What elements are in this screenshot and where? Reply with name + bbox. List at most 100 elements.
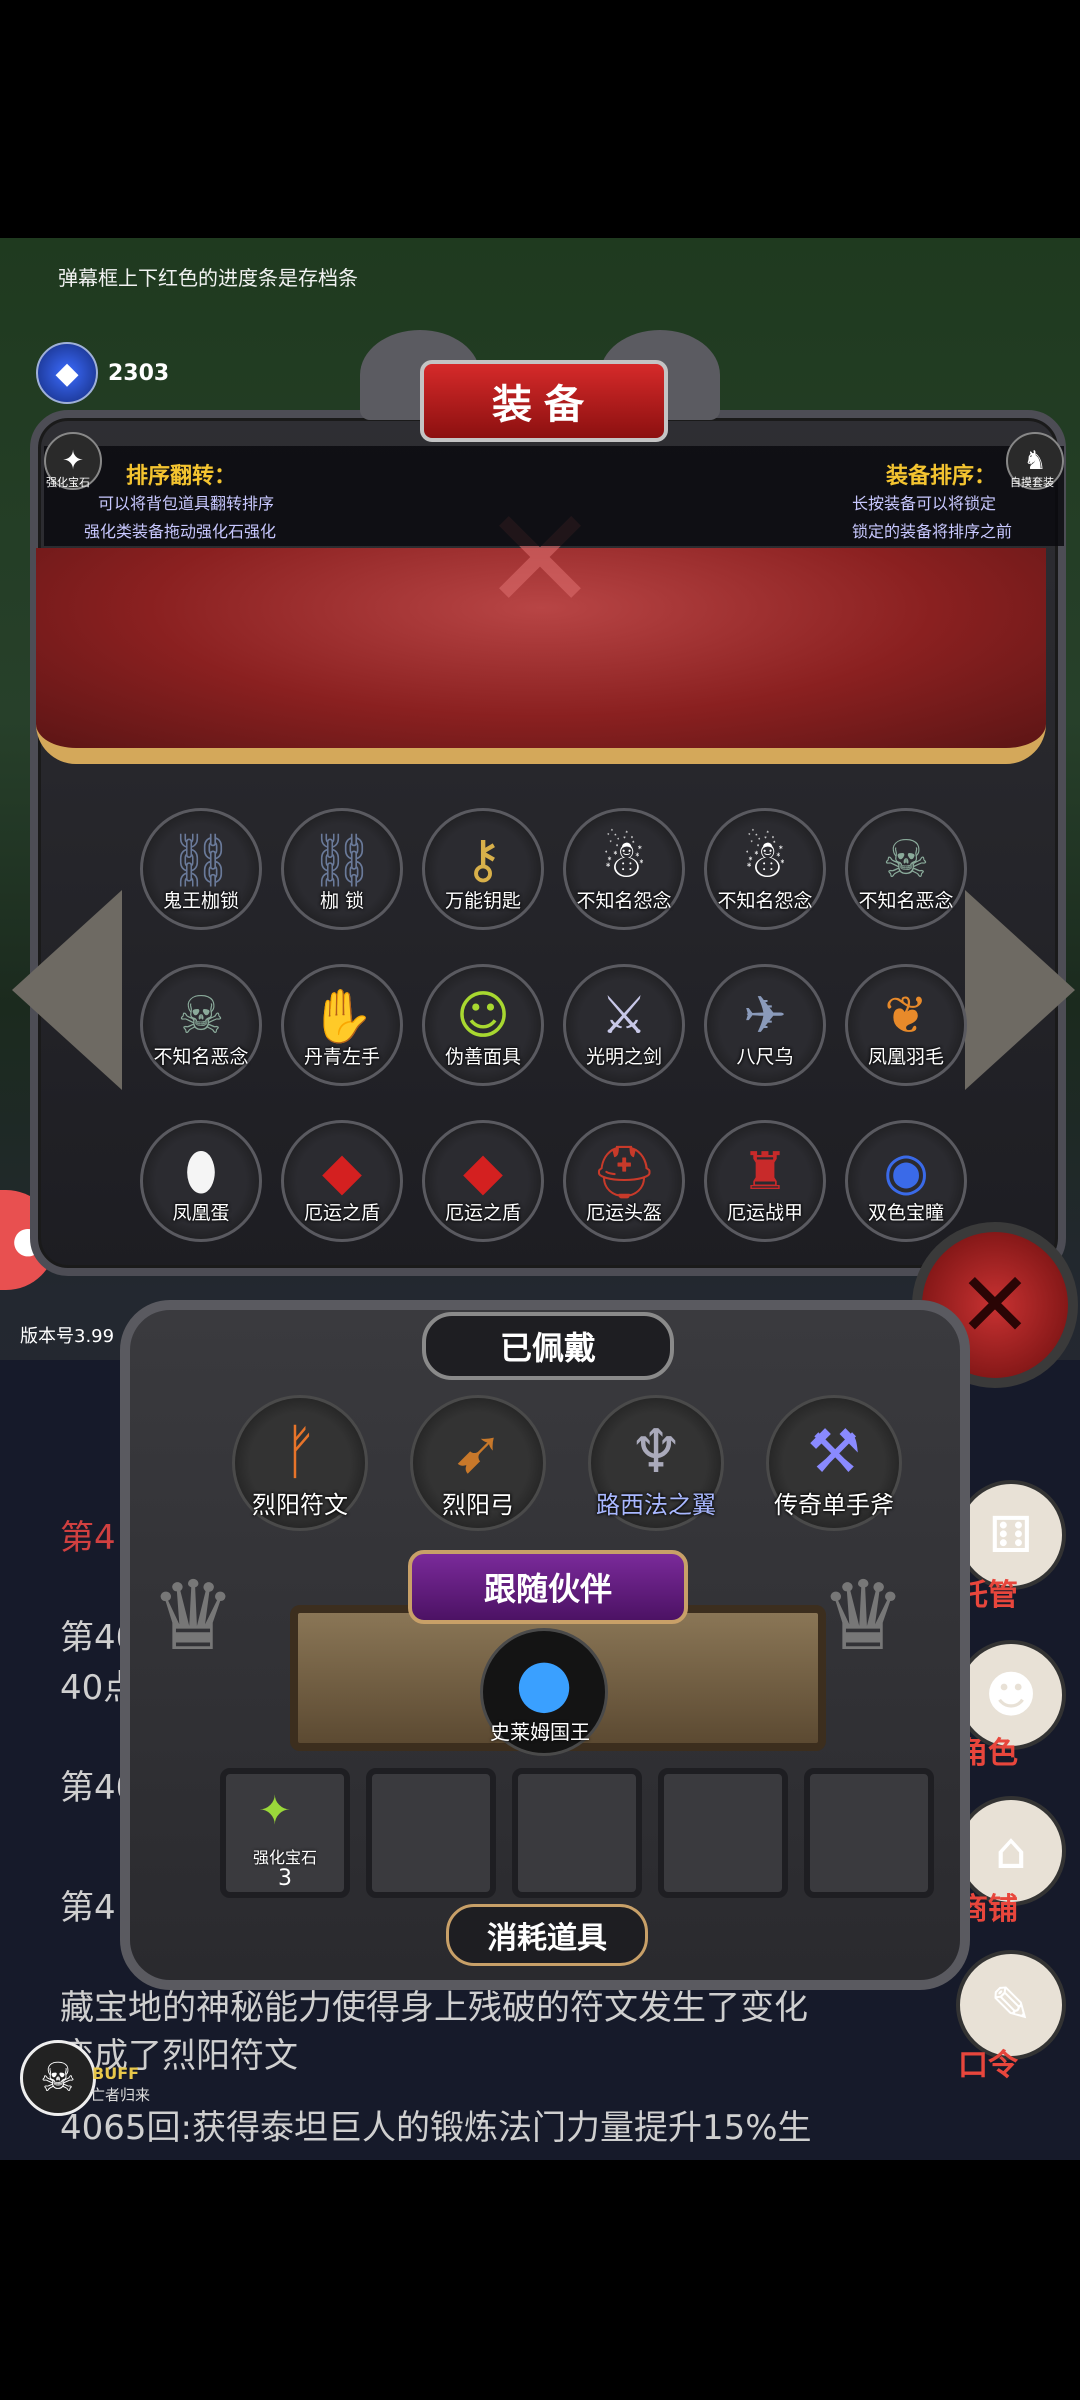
key-icon: ⚷ [463,830,503,890]
skull-icon[interactable]: ☠ [20,2040,96,2116]
buff-label: BUFF [92,2064,140,2083]
equipped-label: 烈阳弓 [442,1491,514,1519]
set-mini-label: 自摸套装 [1010,476,1054,489]
hint-text: 弹幕框上下红色的进度条是存档条 [58,266,358,290]
scroll-icon: ✎ [990,1976,1032,2034]
green-gem-icon: ✦ [258,1788,292,1834]
inventory-slot[interactable]: ☃ 不知名怨念 [563,808,685,930]
feather-icon: ❦ [884,986,928,1046]
inventory-slot[interactable]: ◆ 厄运之盾 [422,1120,544,1242]
shop-icon: ⌂ [995,1822,1027,1880]
item-label: 八尺乌 [736,1046,794,1068]
sort-flip-line: 强化类装备拖动强化石强化 [84,522,277,541]
gem-mini-label: 强化宝石 [46,476,90,489]
equipped-label: 路西法之翼 [596,1491,716,1519]
item-label: 凤凰蛋 [172,1202,230,1224]
red-shard-icon: ◆ [463,1142,503,1202]
gem-value: 2303 [108,360,170,386]
log-line: 4065回:获得泰坦巨人的锻炼法门力量提升15%生 [60,2108,812,2148]
consumable-slot[interactable]: ✦ 强化宝石 3 [220,1768,350,1898]
log-line: 第4 [60,1888,116,1928]
equipped-slot[interactable]: ♆ 路西法之翼 [588,1395,724,1531]
companion-title: 跟随伙伴 [408,1550,688,1624]
next-page-arrow[interactable] [965,890,1075,1090]
wings-icon: ♆ [629,1417,683,1487]
mask-icon: ☺ [455,986,511,1046]
inventory-slot[interactable]: ◆ 厄运之盾 [281,1120,403,1242]
equipped-row: ᚠ 烈阳符文 ➹ 烈阳弓 ♆ 路西法之翼 ⚒ 传奇单手斧 [232,1395,902,1531]
equipped-slot[interactable]: ⚒ 传奇单手斧 [766,1395,902,1531]
sort-order-line: 长按装备可以将锁定 [852,494,997,513]
companion-name: 史莱姆国王 [490,1720,590,1744]
dragon-right-ornament: ♛ [820,1560,907,1672]
inventory-slot[interactable]: ⛑ 厄运头盔 [563,1120,685,1242]
item-label: 厄运战甲 [726,1202,803,1224]
item-label: 不知名怨念 [576,890,672,912]
specter-icon: ☠ [882,830,930,890]
dragon-left-ornament: ♛ [150,1560,237,1672]
equipped-slot[interactable]: ᚠ 烈阳符文 [232,1395,368,1531]
hooded-figure-icon: ☻ [984,1666,1038,1724]
inventory-slot[interactable]: ⚷ 万能钥匙 [422,808,544,930]
version-label: 版本号3.99 [20,1326,115,1347]
item-label: 厄运之盾 [303,1202,380,1224]
sort-order-line: 锁定的装备将排序之前 [852,522,1013,541]
item-label: 鬼王枷锁 [162,890,239,912]
inventory-slot[interactable]: ♜ 厄运战甲 [704,1120,826,1242]
log-line: 第4 [60,1518,116,1558]
inventory-slot[interactable]: ⚔ 光明之剑 [563,964,685,1086]
inventory-slot[interactable]: ⛓ 枷 锁 [281,808,403,930]
armor-icon: ♜ [741,1142,789,1202]
item-label: 不知名怨念 [717,890,813,912]
inventory-slot[interactable]: ⬮ 凤凰蛋 [140,1120,262,1242]
ghost-icon: ☃ [600,830,648,890]
inventory-slot[interactable]: ✋ 丹青左手 [281,964,403,1086]
inventory-slot[interactable]: ⛓ 鬼王枷锁 [140,808,262,930]
equipped-title: 已佩戴 [422,1312,674,1380]
inventory-slot[interactable]: ❦ 凤凰羽毛 [845,964,967,1086]
item-label: 双色宝瞳 [867,1202,944,1224]
consumable-slot[interactable] [366,1768,496,1898]
sort-flip-title: 排序翻转： [126,464,237,489]
item-label: 枷 锁 [319,890,365,912]
dice-icon: ⚅ [989,1506,1033,1564]
specter-icon: ☠ [177,986,225,1046]
inventory-slot[interactable]: ☠ 不知名恶念 [140,964,262,1086]
blue-gem-icon: ◆ [36,342,98,404]
consumable-label: 强化宝石 [252,1848,317,1867]
gem-counter: ◆ 2303 [36,342,169,404]
ghost-icon: ☃ [741,830,789,890]
inventory-slot[interactable]: ◉ 双色宝瞳 [845,1120,967,1242]
password-label: 口令 [958,2048,1018,2083]
amulet-icon: ◉ [883,1142,929,1202]
inventory-slot[interactable]: ☃ 不知名怨念 [704,808,826,930]
consumable-slot[interactable] [512,1768,642,1898]
axe-icon: ⚒ [807,1417,861,1487]
rune-icon: ᚠ [282,1417,318,1487]
item-label: 丹青左手 [303,1046,380,1068]
item-label: 不知名恶念 [153,1046,249,1068]
item-label: 不知名恶念 [858,890,954,912]
sword-icon: ⚔ [600,986,648,1046]
inventory-slot[interactable]: ☠ 不知名恶念 [845,808,967,930]
buff-name: 亡者归来 [90,2086,151,2104]
consumable-slot[interactable] [658,1768,788,1898]
item-label: 伪善面具 [444,1046,521,1068]
glove-icon: ✋ [309,986,375,1047]
inventory-slot[interactable]: ✈ 八尺乌 [704,964,826,1086]
helmet-icon: ⛑ [590,1142,657,1203]
equipped-slot[interactable]: ➹ 烈阳弓 [410,1395,546,1531]
inventory-slot[interactable]: ☺ 伪善面具 [422,964,544,1086]
inventory-grid: ⛓ 鬼王枷锁 ⛓ 枷 锁 ⚷ 万能钥匙 ☃ 不知名怨念 ☃ 不知名怨念 ☠ 不知名恶念 ☠ 不知名恶念 ✋ 丹… [140,808,967,1242]
prev-page-arrow[interactable] [12,890,122,1090]
crow-icon: ✈ [743,986,787,1046]
red-shard-icon: ◆ [322,1142,362,1202]
item-label: 厄运之盾 [444,1202,521,1224]
item-label: 厄运头盔 [585,1202,662,1224]
equipped-label: 传奇单手斧 [774,1491,894,1519]
consumable-slot[interactable] [804,1768,934,1898]
item-label: 万能钥匙 [444,890,521,912]
bow-icon: ➹ [452,1417,504,1487]
item-label: 凤凰羽毛 [867,1046,944,1068]
equipped-label: 烈阳符文 [252,1491,348,1519]
